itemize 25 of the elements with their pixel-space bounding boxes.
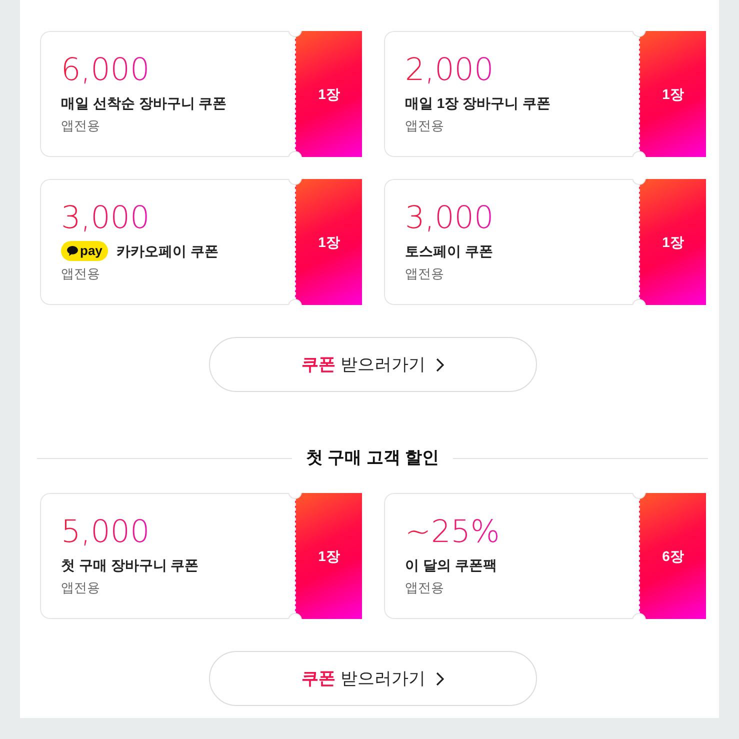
coupon-note: 앱전용 [61, 117, 101, 135]
chevron-right-icon [436, 672, 444, 686]
coupon-note: 앱전용 [405, 117, 445, 135]
speech-bubble-icon [67, 246, 78, 256]
section-title: 첫 구매 고객 할인 [306, 448, 440, 468]
coupon-note: 앱전용 [61, 265, 101, 283]
pay-badge-text: pay [80, 242, 102, 260]
coupon-name: 첫 구매 장바구니 쿠폰 [61, 556, 199, 575]
coupon-count-strip: 1장 [639, 31, 706, 157]
coupon-count-strip: 1장 [295, 179, 362, 305]
chevron-right-icon [436, 358, 444, 372]
coupon-count-strip: 1장 [295, 31, 362, 157]
coupon-name: 매일 1장 장바구니 쿠폰 [405, 94, 550, 113]
get-coupon-button[interactable]: 쿠폰 받으러가기 [208, 337, 536, 392]
coupon-name: 매일 선착순 장바구니 쿠폰 [61, 94, 227, 113]
coupon-name: 카카오페이 쿠폰 [116, 242, 218, 261]
coupon-count-strip: 1장 [295, 493, 362, 619]
coupon-note: 앱전용 [405, 265, 445, 283]
coupon-count-strip: 1장 [639, 179, 706, 305]
coupon-name: 토스페이 쿠폰 [405, 242, 493, 261]
coupon-count-strip: 6장 [639, 493, 706, 619]
coupon-note: 앱전용 [61, 579, 101, 597]
get-coupon-button[interactable]: 쿠폰 받으러가기 [208, 651, 536, 706]
coupon-note: 앱전용 [405, 579, 445, 597]
coupon-name: 이 달의 쿠폰팩 [405, 556, 497, 575]
